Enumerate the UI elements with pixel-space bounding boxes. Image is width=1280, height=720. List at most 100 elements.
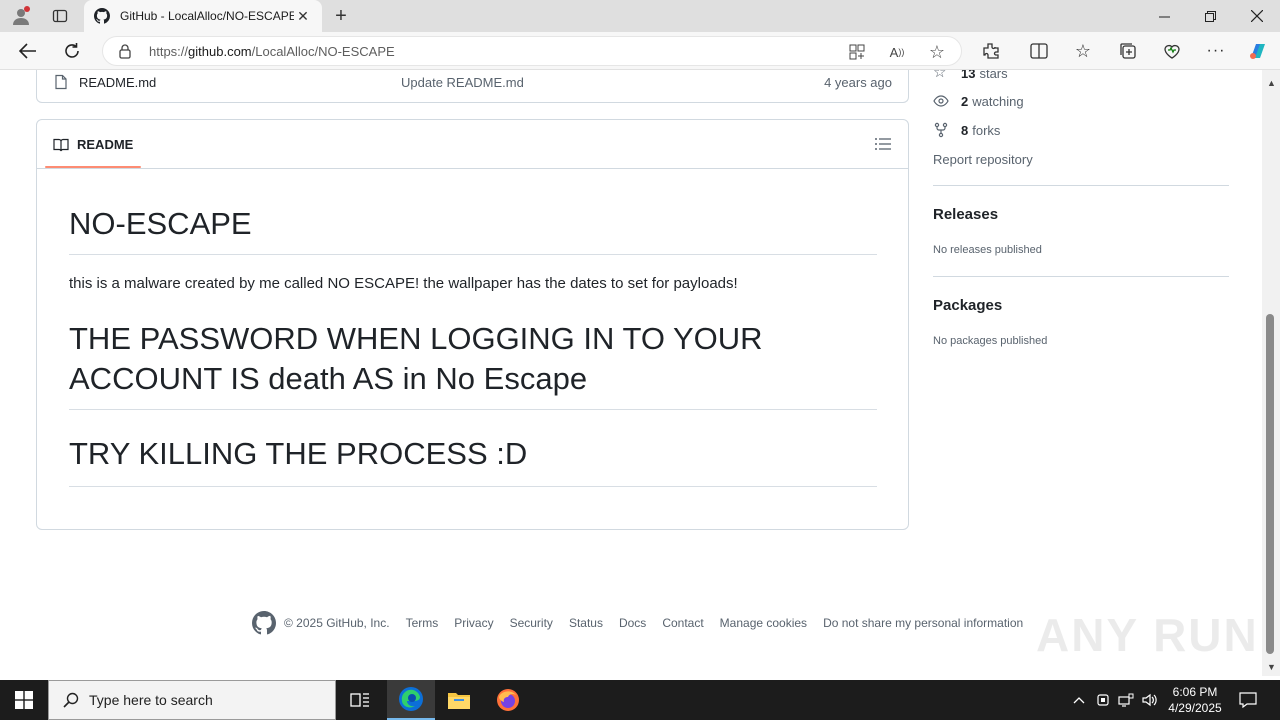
toc-list-icon[interactable] — [874, 136, 892, 152]
new-tab-icon[interactable]: + — [328, 4, 354, 28]
favorites-icon[interactable]: ☆ — [1068, 37, 1098, 65]
fork-icon — [934, 122, 948, 138]
star-icon: ☆ — [933, 70, 947, 81]
readme-panel: README NO-ESCAPE this is a malware creat… — [36, 119, 909, 530]
url-protocol: https:// — [149, 43, 189, 59]
minimize-icon[interactable] — [1141, 0, 1187, 32]
read-aloud-icon[interactable]: A)) — [887, 43, 907, 61]
app-available-icon[interactable] — [847, 43, 867, 61]
page-footer: © 2025 GitHub, Inc. Terms Privacy Securi… — [252, 611, 1023, 635]
eye-icon — [933, 95, 949, 107]
tab-title: GitHub - LocalAlloc/NO-ESCAPE — [120, 9, 294, 23]
lock-icon[interactable] — [117, 43, 133, 59]
scroll-thumb[interactable] — [1266, 314, 1274, 654]
network-icon[interactable] — [1115, 680, 1137, 720]
commit-date: 4 years ago — [824, 75, 892, 90]
firefox-icon[interactable] — [484, 680, 532, 720]
restore-icon[interactable] — [1187, 0, 1233, 32]
browser-essentials-icon[interactable] — [1157, 37, 1187, 65]
more-icon[interactable]: ··· — [1201, 37, 1231, 65]
file-icon — [55, 74, 67, 90]
chevron-up-icon[interactable] — [1068, 680, 1090, 720]
watching-label: watching — [972, 93, 1024, 109]
footer-link-manage-cookies[interactable]: Manage cookies — [720, 616, 807, 630]
scroll-up-icon[interactable]: ▲ — [1267, 78, 1276, 88]
vertical-scrollbar[interactable]: ▲ ▼ — [1262, 70, 1280, 676]
file-explorer-icon[interactable] — [435, 680, 483, 720]
footer-link-security[interactable]: Security — [510, 616, 553, 630]
extensions-icon[interactable] — [976, 37, 1006, 65]
scroll-down-icon[interactable]: ▼ — [1267, 662, 1276, 672]
task-view-icon[interactable] — [336, 680, 384, 720]
github-favicon — [94, 8, 110, 24]
readme-tab[interactable]: README — [45, 120, 141, 169]
readme-title: NO-ESCAPE — [69, 204, 877, 255]
watching-link[interactable]: 2 watching — [933, 91, 1024, 111]
stars-link[interactable]: ☆ 13 stars — [933, 70, 1008, 83]
releases-text: No releases published — [933, 244, 1042, 256]
watermark-logo: ANY RUN — [1036, 609, 1259, 661]
close-window-icon[interactable] — [1234, 0, 1280, 32]
readme-password-heading: THE PASSWORD WHEN LOGGING IN TO YOUR ACC… — [69, 319, 877, 410]
sidebar-divider — [933, 185, 1229, 186]
sidebar-divider — [933, 276, 1229, 277]
footer-copyright: © 2025 GitHub, Inc. — [284, 616, 390, 630]
book-icon — [53, 138, 69, 151]
stars-label: stars — [979, 70, 1008, 81]
back-icon[interactable] — [13, 37, 43, 65]
readme-tab-underline — [45, 166, 141, 168]
browser-tab[interactable]: GitHub - LocalAlloc/NO-ESCAPE ✕ — [84, 0, 322, 32]
footer-link-docs[interactable]: Docs — [619, 616, 646, 630]
footer-link-privacy[interactable]: Privacy — [454, 616, 493, 630]
tab-strip: GitHub - LocalAlloc/NO-ESCAPE ✕ + — [0, 0, 1280, 32]
copilot-icon[interactable] — [1243, 37, 1273, 65]
address-bar[interactable]: https://github.com/LocalAlloc/NO-ESCAPE … — [102, 36, 962, 66]
stars-count: 13 — [961, 70, 976, 81]
tab-actions-icon[interactable] — [47, 4, 73, 28]
page-content: README.md Update README.md 4 years ago R… — [0, 70, 1264, 676]
footer-link-status[interactable]: Status — [569, 616, 603, 630]
forks-link[interactable]: 8 forks — [933, 120, 1000, 140]
taskbar-clock[interactable]: 6:06 PM 4/29/2025 — [1160, 684, 1230, 716]
releases-heading[interactable]: Releases — [933, 206, 998, 223]
packages-heading[interactable]: Packages — [933, 297, 1002, 314]
readme-kill-heading: TRY KILLING THE PROCESS :D — [69, 434, 877, 487]
report-repository-link[interactable]: Report repository — [933, 152, 1033, 167]
file-list: README.md Update README.md 4 years ago — [36, 70, 909, 103]
footer-link-contact[interactable]: Contact — [662, 616, 703, 630]
github-logo-icon[interactable] — [252, 611, 276, 635]
url-path: /LocalAlloc/NO-ESCAPE — [251, 43, 395, 59]
forks-label: forks — [972, 122, 1001, 138]
edge-icon[interactable] — [387, 680, 435, 720]
clock-date: 4/29/2025 — [1168, 701, 1222, 715]
packages-text: No packages published — [933, 335, 1048, 347]
readme-description: this is a malware created by me called N… — [69, 275, 738, 292]
refresh-icon[interactable] — [57, 37, 87, 65]
search-icon — [63, 692, 79, 708]
volume-icon[interactable] — [1139, 680, 1161, 720]
readme-content: NO-ESCAPE this is a malware created by m… — [69, 190, 877, 487]
commit-message[interactable]: Update README.md — [401, 75, 524, 90]
split-screen-icon[interactable] — [1024, 37, 1054, 65]
device-icon[interactable] — [1092, 680, 1114, 720]
windows-start-icon[interactable] — [0, 680, 48, 720]
browser-toolbar: https://github.com/LocalAlloc/NO-ESCAPE … — [0, 32, 1280, 70]
file-name[interactable]: README.md — [79, 75, 156, 90]
clock-time: 6:06 PM — [1172, 685, 1218, 699]
readme-tabbar: README — [37, 120, 908, 169]
forks-count: 8 — [961, 122, 969, 138]
profile-icon[interactable] — [8, 4, 34, 28]
search-placeholder: Type here to search — [89, 692, 213, 708]
taskbar: Type here to search 6:06 PM 4/29/2025 — [0, 680, 1280, 720]
url-host: github.com — [188, 43, 252, 59]
taskbar-search-box[interactable]: Type here to search — [48, 680, 336, 720]
footer-link-terms[interactable]: Terms — [406, 616, 439, 630]
close-tab-icon[interactable]: ✕ — [294, 8, 312, 25]
notification-icon[interactable] — [1236, 680, 1260, 720]
file-row[interactable]: README.md Update README.md 4 years ago — [37, 70, 908, 96]
watching-count: 2 — [961, 93, 969, 109]
collections-icon[interactable] — [1113, 37, 1143, 65]
readme-tab-label: README — [77, 137, 134, 152]
favorite-star-icon[interactable]: ☆ — [927, 42, 947, 62]
footer-link-do-not-share[interactable]: Do not share my personal information — [823, 616, 1023, 630]
